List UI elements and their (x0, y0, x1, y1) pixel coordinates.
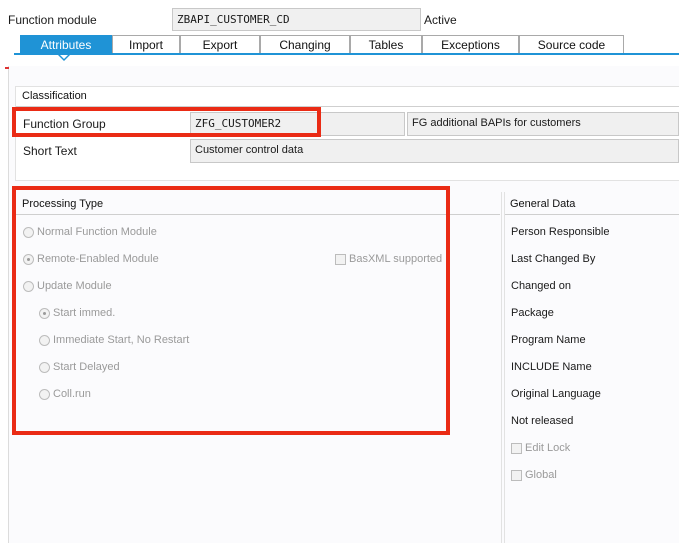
edit-lock-label: Edit Lock (525, 442, 571, 454)
checkbox-global[interactable] (511, 470, 522, 481)
changed-on-label: Changed on (511, 280, 571, 292)
tab-exceptions[interactable]: Exceptions (422, 35, 519, 54)
last-changed-by-label: Last Changed By (511, 253, 596, 265)
function-group-highlight (12, 107, 321, 137)
program-name-label: Program Name (511, 334, 586, 346)
general-data-title: General Data (510, 198, 576, 210)
short-text-label: Short Text (23, 144, 77, 158)
function-module-field[interactable]: ZBAPI_CUSTOMER_CD (172, 8, 421, 31)
status-text: Active (424, 13, 457, 27)
function-group-description: FG additional BAPIs for customers (407, 112, 679, 136)
person-responsible-label: Person Responsible (511, 226, 610, 238)
tab-export[interactable]: Export (180, 35, 260, 54)
classification-title: Classification (22, 90, 87, 102)
package-label: Package (511, 307, 554, 319)
not-released-label: Not released (511, 415, 574, 427)
include-name-label: INCLUDE Name (511, 361, 592, 373)
checkbox-edit-lock[interactable] (511, 443, 522, 454)
short-text-field[interactable]: Customer control data (190, 139, 679, 163)
tab-tables[interactable]: Tables (350, 35, 422, 54)
tab-underline (14, 53, 679, 55)
tab-changing[interactable]: Changing (260, 35, 350, 54)
global-label: Global (525, 469, 557, 481)
tab-attributes[interactable]: Attributes (20, 35, 112, 54)
original-language-label: Original Language (511, 388, 601, 400)
function-module-label: Function module (8, 13, 97, 27)
tab-source-code[interactable]: Source code (519, 35, 624, 54)
processing-type-highlight (12, 186, 450, 435)
tab-import[interactable]: Import (112, 35, 180, 54)
